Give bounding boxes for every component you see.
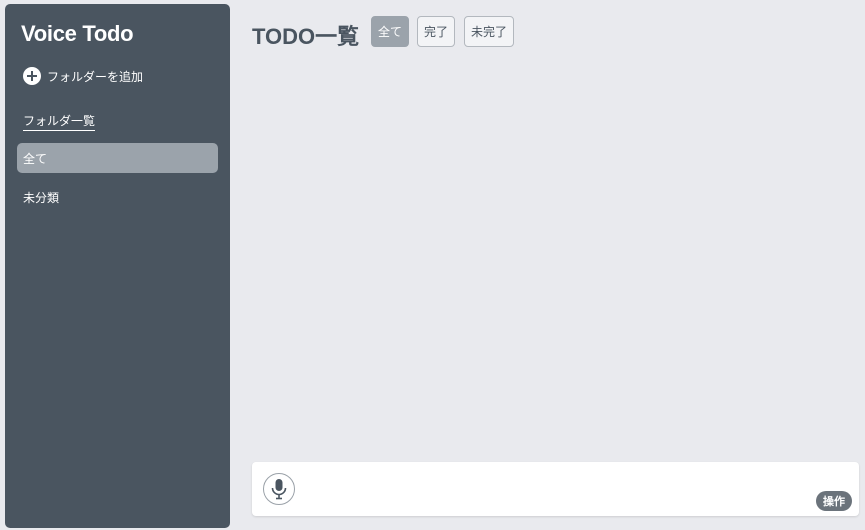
app-root: Voice Todo フォルダーを追加 フォルダ一覧 全て 未分類 TODO一覧… xyxy=(0,0,865,530)
add-folder-button[interactable]: フォルダーを追加 xyxy=(23,67,143,85)
sidebar-item-uncategorized[interactable]: 未分類 xyxy=(17,182,218,212)
sidebar: Voice Todo フォルダーを追加 フォルダ一覧 全て 未分類 xyxy=(5,4,230,528)
folder-list-link[interactable]: フォルダ一覧 xyxy=(23,112,96,131)
sidebar-item-label: 全て xyxy=(23,151,48,166)
page-title: TODO一覧 xyxy=(252,24,360,49)
operations-button[interactable]: 操作 xyxy=(816,491,852,511)
app-title: Voice Todo xyxy=(21,21,134,46)
add-folder-label: フォルダーを追加 xyxy=(47,69,144,84)
sidebar-item-label: 未分類 xyxy=(23,190,60,205)
filter-all-button[interactable]: 全て xyxy=(371,16,409,47)
microphone-icon xyxy=(271,479,287,500)
sidebar-item-all[interactable]: 全て xyxy=(17,143,218,173)
voice-input-bar: 操作 xyxy=(252,462,859,516)
microphone-button[interactable] xyxy=(263,473,295,505)
plus-circle-icon xyxy=(23,67,41,85)
filter-done-button[interactable]: 完了 xyxy=(417,16,455,47)
filter-undone-button[interactable]: 未完了 xyxy=(464,16,514,47)
